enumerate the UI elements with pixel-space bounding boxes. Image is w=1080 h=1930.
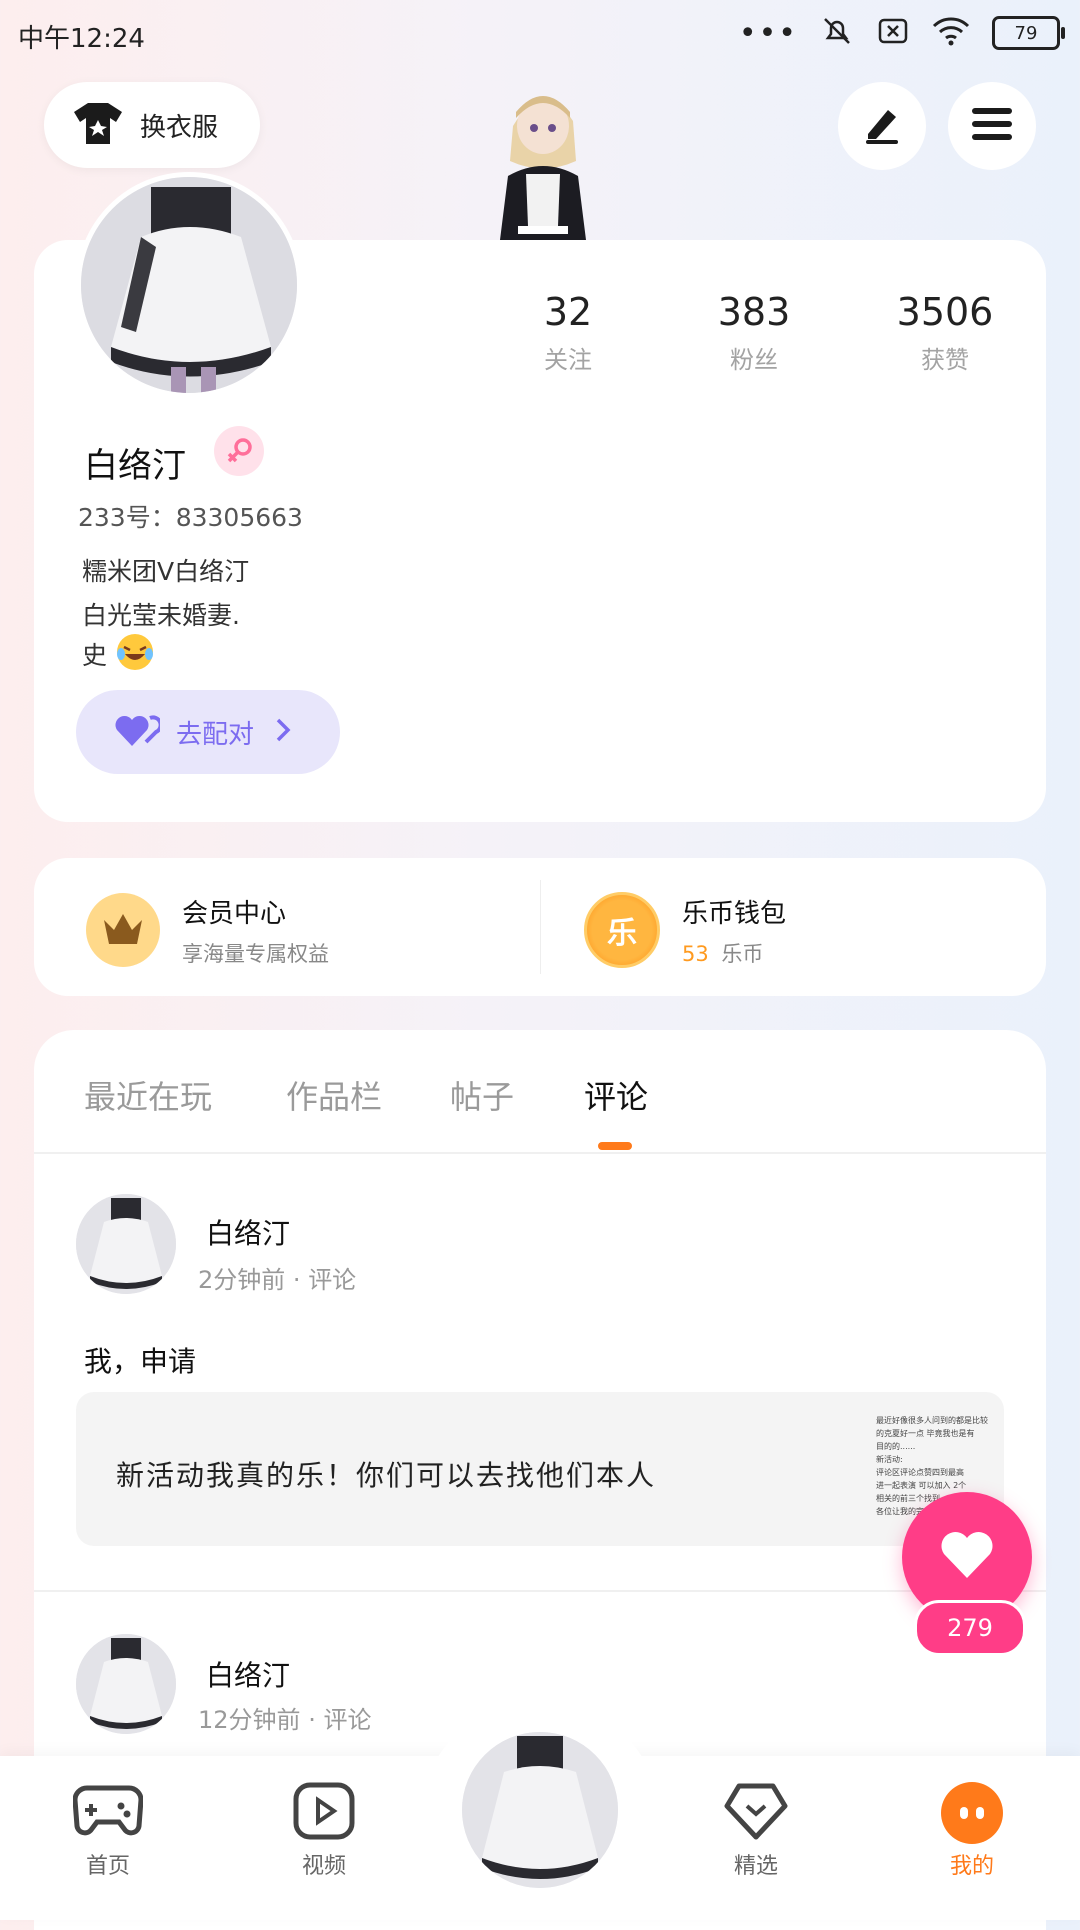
thumb-line: 新活动:: [876, 1455, 903, 1464]
comment-avatar[interactable]: [76, 1194, 176, 1294]
chevron-right-icon: [274, 717, 292, 747]
thumb-line: 进一起表演 可以加入 2个: [876, 1481, 967, 1490]
comment-time: 2分钟前: [198, 1266, 286, 1294]
nav-video-label: 视频: [301, 1854, 346, 1879]
tabs-divider: [34, 1152, 1046, 1154]
nav-featured-label: 精选: [733, 1854, 778, 1879]
heart-icon: [939, 1530, 995, 1584]
coin-icon: 乐: [584, 892, 660, 968]
stat-following-value: 32: [543, 290, 593, 334]
meta-dot: ·: [292, 1266, 309, 1294]
thumb-line: 最近好像很多人问到的都是比较: [876, 1416, 988, 1425]
nav-video[interactable]: 视频: [274, 1782, 374, 1880]
crown-icon: [86, 893, 160, 967]
change-outfit-button[interactable]: 换衣服: [44, 82, 260, 168]
wallet-title: 乐币钱包: [682, 898, 787, 929]
vip-subtitle: 享海量专属权益: [182, 941, 329, 966]
meta-dot: ·: [308, 1706, 324, 1734]
edit-button[interactable]: [838, 82, 926, 170]
menu-button[interactable]: [948, 82, 1036, 170]
wifi-icon: [932, 15, 970, 51]
pair-label: 去配对: [176, 719, 255, 750]
profile-id[interactable]: 233号：83305663: [78, 498, 303, 534]
benefits-divider: [540, 880, 541, 974]
bio-line-3: 史: [82, 641, 108, 670]
vip-title: 会员中心: [182, 898, 287, 929]
hamburger-icon: [970, 104, 1014, 148]
stat-likes-value: 3506: [896, 290, 994, 334]
comment-divider: [34, 1590, 1046, 1592]
comment-meta: 12分钟前 · 评论: [198, 1700, 371, 1735]
me-icon: [941, 1782, 1003, 1844]
female-icon: [214, 426, 264, 476]
stat-following[interactable]: 32 关注: [508, 290, 628, 375]
tab-posts[interactable]: 帖子: [450, 1072, 514, 1118]
shirt-icon: [72, 100, 124, 150]
nav-home[interactable]: 首页: [58, 1782, 158, 1880]
stat-following-label: 关注: [544, 346, 592, 374]
pair-button[interactable]: 去配对: [76, 690, 340, 774]
character-model[interactable]: [478, 66, 608, 240]
comment-author[interactable]: 白络汀: [206, 1654, 290, 1694]
quoted-text: 新活动我真的乐！你们可以去找他们本人: [116, 1459, 657, 1492]
comment-text: 我，申请: [84, 1345, 197, 1378]
tab-active-indicator: [598, 1142, 632, 1150]
stat-likes[interactable]: 3506 获赞: [880, 290, 1010, 375]
bio-line-2: 白光莹未婚妻.: [82, 601, 240, 630]
stat-likes-label: 获赞: [921, 346, 969, 374]
bio-line-1: 糯米团V白络汀: [82, 557, 250, 586]
nav-center-avatar[interactable]: [462, 1732, 618, 1888]
mute-bell-icon: [820, 14, 854, 52]
status-bar: 中午12:24 ••• 79: [0, 0, 1080, 70]
sim-off-icon: [876, 14, 910, 52]
status-time: 中午12:24: [18, 24, 145, 54]
comment-avatar[interactable]: [76, 1634, 176, 1734]
stat-followers-value: 383: [717, 290, 791, 334]
wallet-amount: 53: [682, 941, 709, 966]
tab-comments[interactable]: 评论: [584, 1072, 648, 1118]
more-dots-icon: •••: [738, 15, 798, 51]
nav-home-label: 首页: [85, 1854, 130, 1879]
wallet-unit: 乐币: [721, 941, 764, 966]
laughing-emoji-icon: [115, 632, 155, 676]
nav-featured[interactable]: 精选: [706, 1782, 806, 1880]
nav-me[interactable]: 我的: [922, 1782, 1022, 1880]
thumb-line: 的克夏好一点 毕竟我也是有: [876, 1429, 975, 1438]
stat-followers[interactable]: 383 粉丝: [694, 290, 814, 375]
tab-recent-play[interactable]: 最近在玩: [84, 1072, 212, 1118]
thumb-line: 目的的......: [876, 1442, 916, 1451]
like-count-badge: 279: [914, 1600, 1026, 1656]
change-outfit-label: 换衣服: [140, 112, 219, 143]
profile-avatar[interactable]: [76, 172, 302, 398]
quoted-post[interactable]: 新活动我真的乐！你们可以去找他们本人 最近好像很多人问到的都是比较 的克夏好一点…: [76, 1392, 1004, 1546]
stat-followers-label: 粉丝: [730, 346, 778, 374]
comment-author[interactable]: 白络汀: [206, 1212, 290, 1252]
comment-time: 12分钟前: [198, 1706, 301, 1734]
status-icons: ••• 79: [738, 14, 1065, 52]
vip-center[interactable]: 会员中心 享海量专属权益: [86, 890, 516, 970]
gamepad-icon: [72, 1782, 144, 1844]
pair-hearts-icon: [114, 712, 163, 752]
battery-icon: 79: [992, 16, 1065, 50]
comment-type: 评论: [308, 1266, 357, 1294]
bio-line-3-row: 史: [82, 632, 155, 676]
profile-name: 白络汀: [84, 446, 186, 486]
comment-type: 评论: [323, 1706, 372, 1734]
heart-badge-icon: [723, 1782, 789, 1844]
pen-icon: [860, 102, 904, 150]
wallet-balance: 53 乐币: [682, 938, 786, 968]
nav-me-label: 我的: [949, 1854, 994, 1879]
thumb-line: 评论区评论点赞四到最高: [876, 1468, 964, 1477]
tab-works[interactable]: 作品栏: [286, 1072, 382, 1118]
comment-meta: 2分钟前 · 评论: [198, 1260, 356, 1295]
play-icon: [293, 1782, 355, 1844]
coin-wallet[interactable]: 乐 乐币钱包 53 乐币: [584, 890, 1014, 970]
